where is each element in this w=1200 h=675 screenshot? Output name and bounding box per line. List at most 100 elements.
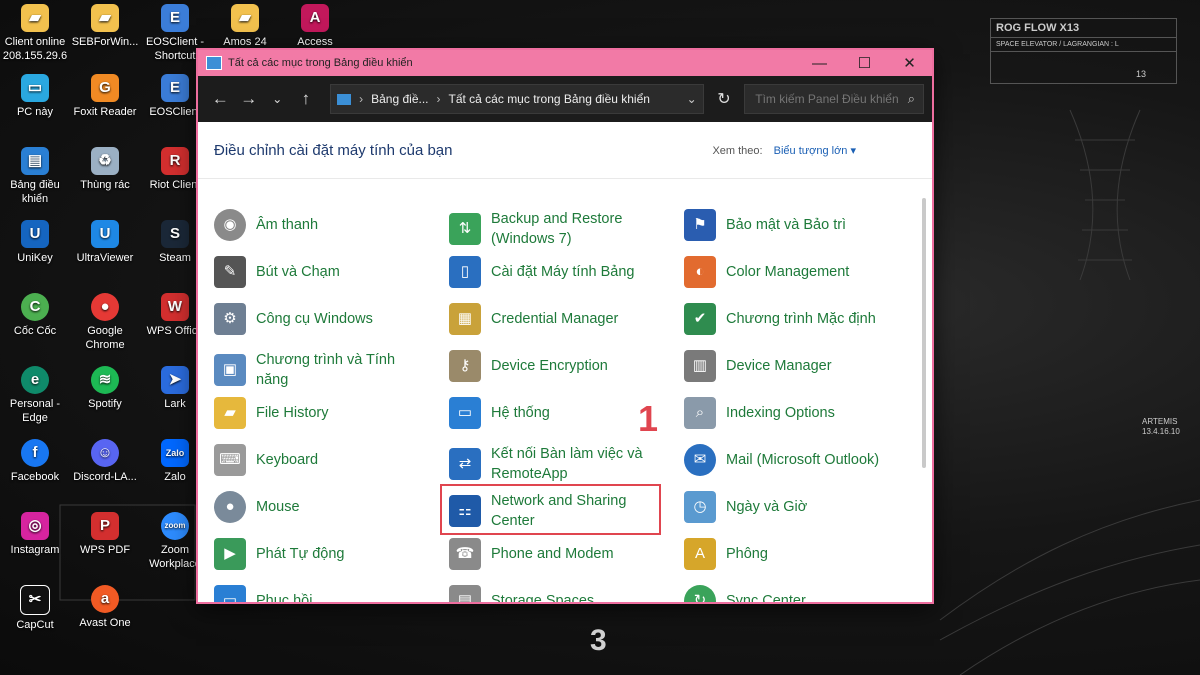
folder-icon: ▰ [21, 4, 49, 32]
item-label: Công cụ Windows [256, 311, 373, 327]
item-am-thanh[interactable]: ◉ Âm thanh [214, 209, 434, 241]
desktop-icon-capcut[interactable]: ✂ CapCut [0, 585, 70, 632]
forward-arrow-icon[interactable]: → [235, 89, 264, 109]
lark-icon: ➤ [161, 366, 189, 394]
item-sync-center[interactable]: ↻ Sync Center [684, 585, 914, 602]
chrome-icon: ● [91, 293, 119, 321]
desktop-icon-label: Cốc Cốc [13, 325, 57, 337]
item-label: Mail (Microsoft Outlook) [726, 452, 880, 468]
item-color-management[interactable]: ◐ Color Management [684, 256, 914, 288]
mail-icon: ✉ [684, 444, 716, 476]
desktop-icon-label: Lark [164, 398, 186, 410]
facebook-icon: f [21, 439, 49, 467]
item-label: File History [256, 405, 329, 421]
chevron-down-icon[interactable]: ⌄ [687, 92, 697, 106]
access-icon: A [301, 4, 329, 32]
desktop-icon-access[interactable]: A Access [280, 4, 350, 49]
item-ngay-va-gio[interactable]: ◷ Ngày và Giờ [684, 491, 914, 523]
desktop-icon-label: Access [297, 36, 333, 48]
item-backup-restore[interactable]: ⇅ Backup and Restore (Windows 7) [449, 209, 664, 249]
item-device-encryption[interactable]: ⚷ Device Encryption [449, 350, 679, 382]
item-cong-cu-windows[interactable]: ⚙ Công cụ Windows [214, 303, 434, 335]
item-credential-manager[interactable]: ▦ Credential Manager [449, 303, 679, 335]
item-keyboard[interactable]: ⌨ Keyboard [214, 444, 434, 476]
address-field[interactable]: › Bảng điề... › Tất cả các mục trong Bản… [330, 84, 704, 114]
search-icon[interactable]: ⌕ [908, 91, 915, 107]
item-bao-mat-bao-tri[interactable]: ⚑ Bảo mật và Bảo trì [684, 209, 914, 241]
item-storage-spaces[interactable]: ▤ Storage Spaces [449, 585, 679, 604]
close-button[interactable]: ✕ [887, 50, 932, 76]
item-device-manager[interactable]: ▥ Device Manager [684, 350, 914, 382]
title-bar[interactable]: Tất cả các mục trong Bảng điều khiển — ☐… [198, 50, 932, 76]
ultraviewer-icon: U [91, 220, 119, 248]
page-number: 3 [590, 624, 607, 657]
desktop-icon-label: Spotify [88, 398, 122, 410]
item-label: Hệ thống [491, 405, 550, 421]
item-phone-modem[interactable]: ☎ Phone and Modem [449, 538, 679, 570]
artemis-line1: ARTEMIS [1142, 417, 1178, 426]
maximize-button[interactable]: ☐ [842, 50, 887, 76]
chevron-down-icon[interactable]: ⌄ [263, 92, 292, 106]
desktop-icon-discord[interactable]: ☺ Discord-LA... [70, 439, 140, 484]
keys-icon: ⚷ [449, 350, 481, 382]
item-remoteapp[interactable]: ⇄ Kết nối Bàn làm việc và RemoteApp [449, 444, 664, 484]
desktop-icon-label: Discord-LA... [73, 471, 137, 483]
desktop-icon-pc[interactable]: ▭ PC này [0, 74, 70, 119]
item-label: Storage Spaces [491, 593, 595, 604]
item-chuong-trinh-mac-dinh[interactable]: ✔ Chương trình Mặc định [684, 303, 914, 335]
desktop-icon-label: Facebook [10, 471, 60, 483]
desktop-icon-label: Bảng điều khiển [10, 179, 60, 205]
item-phat-tu-dong[interactable]: ▶ Phát Tự động [214, 538, 434, 570]
item-label: Indexing Options [726, 405, 835, 421]
desktop-icon-chrome[interactable]: ● Google Chrome [70, 293, 140, 352]
desktop-icon-client-online[interactable]: ▰ Client online 208.155.29.6 [0, 4, 70, 63]
desktop-icon-coccoc[interactable]: C Cốc Cốc [0, 293, 70, 338]
vault-icon: ▦ [449, 303, 481, 335]
desktop-icon-label: Zalo [164, 471, 186, 483]
desktop-icon-recycle-bin[interactable]: ♻ Thùng rác [70, 147, 140, 192]
search-box[interactable]: ⌕ [744, 84, 924, 114]
address-bar: ← → ⌄ ↑ › Bảng điề... › Tất cả các mục t… [198, 76, 932, 122]
item-label: Bút và Chạm [256, 264, 340, 280]
desktop-icon-control-panel[interactable]: ▤ Bảng điều khiển [0, 147, 70, 206]
desktop-icon-edge[interactable]: e Personal - Edge [0, 366, 70, 425]
vertical-scrollbar[interactable] [922, 198, 926, 468]
desktop-icon-ultraviewer[interactable]: U UltraViewer [70, 220, 140, 265]
minimize-button[interactable]: — [797, 50, 842, 76]
spotify-icon: ≋ [91, 366, 119, 394]
item-mouse[interactable]: ● Mouse [214, 491, 434, 523]
up-arrow-icon[interactable]: ↑ [292, 89, 321, 109]
back-arrow-icon[interactable]: ← [206, 89, 235, 109]
desktop-icon-label: Instagram [10, 544, 60, 556]
refresh-icon[interactable]: ↻ [710, 89, 739, 109]
item-indexing-options[interactable]: ⌕ Indexing Options [684, 397, 914, 429]
unikey-icon: U [21, 220, 49, 248]
desktop-icon-wps-pdf[interactable]: P WPS PDF [70, 512, 140, 557]
default-programs-icon: ✔ [684, 303, 716, 335]
desktop-icon-instagram[interactable]: ◎ Instagram [0, 512, 70, 557]
desktop-icon-facebook[interactable]: f Facebook [0, 439, 70, 484]
item-file-history[interactable]: ▰ File History [214, 397, 434, 429]
item-cai-dat-may-tinh-bang[interactable]: ▯ Cài đặt Máy tính Bảng [449, 256, 679, 288]
file-history-icon: ▰ [214, 397, 246, 429]
breadcrumb-all-items[interactable]: Tất cả các mục trong Bảng điều khiển [449, 92, 650, 106]
item-phuc-hoi[interactable]: ▭ Phục hồi [214, 585, 434, 602]
desktop-icon-spotify[interactable]: ≋ Spotify [70, 366, 140, 411]
item-mail-outlook[interactable]: ✉ Mail (Microsoft Outlook) [684, 444, 914, 476]
breadcrumb-control-panel[interactable]: Bảng điề... [371, 92, 428, 106]
tablet-icon: ▯ [449, 256, 481, 288]
view-by-dropdown[interactable]: Biểu tượng lớn ▾ [774, 145, 856, 157]
desktop-icon-unikey[interactable]: U UniKey [0, 220, 70, 265]
item-but-va-cham[interactable]: ✎ Bút và Chạm [214, 256, 434, 288]
item-phong[interactable]: A Phông [684, 538, 914, 570]
desktop-icon-avast[interactable]: a Avast One [70, 585, 140, 630]
desktop-icon-sebforwin[interactable]: ▰ SEBForWin... [70, 4, 140, 49]
desktop-icon-foxit[interactable]: G Foxit Reader [70, 74, 140, 119]
item-label: Ngày và Giờ [726, 499, 808, 515]
artemis-line2: 13.4.16.10 [1142, 427, 1180, 436]
desktop-icon-label: Google Chrome [85, 325, 125, 351]
item-chuong-trinh-tinh-nang[interactable]: ▣ Chương trình và Tính năng [214, 350, 424, 390]
item-label: Device Manager [726, 358, 832, 374]
sync-icon: ↻ [684, 585, 716, 602]
search-input[interactable] [753, 91, 908, 107]
